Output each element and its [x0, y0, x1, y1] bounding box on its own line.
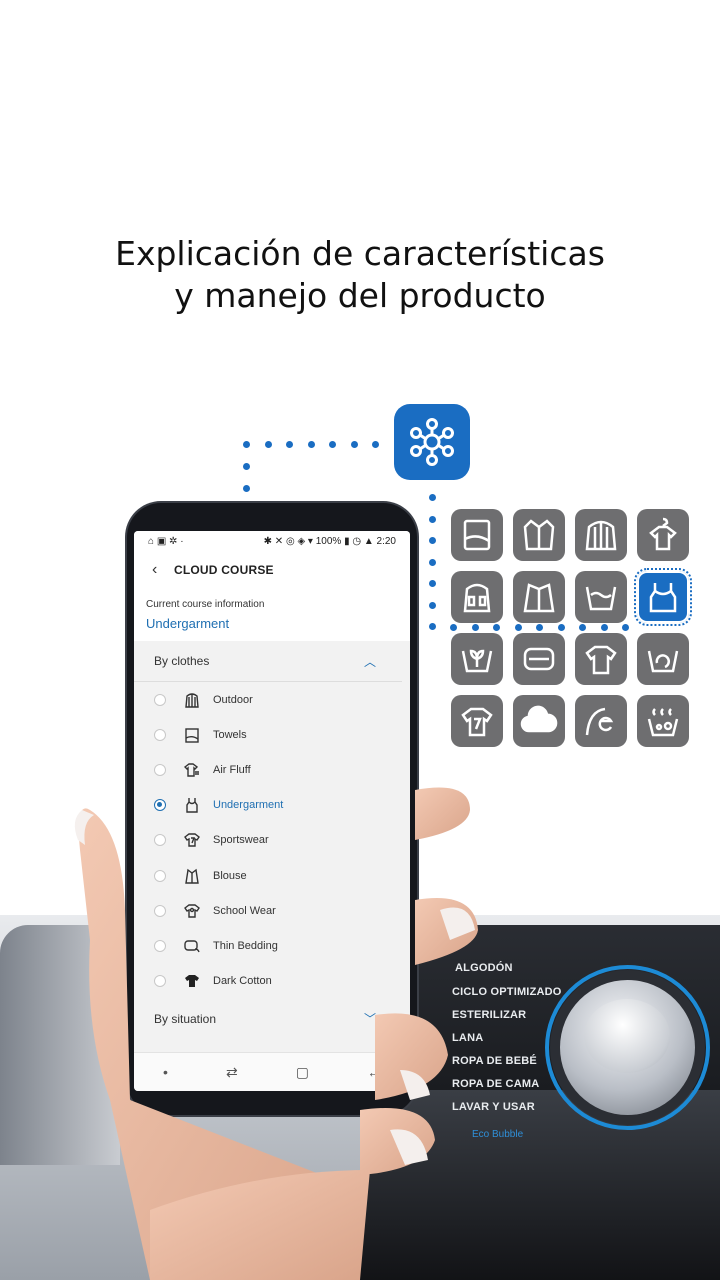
steam-wash-icon [637, 695, 689, 747]
connector-dot [557, 624, 565, 631]
course-option-label: Towels [213, 728, 247, 741]
current-course-info: Current course information Undergarment [134, 589, 410, 641]
connector-dot [372, 441, 379, 448]
course-option-label: Outdoor [213, 693, 253, 706]
app-title: CLOUD COURSE [174, 563, 274, 577]
bedding-icon [513, 633, 565, 685]
connector-dot [243, 441, 250, 448]
connector-dot [600, 624, 608, 631]
wash-basin-icon [575, 571, 627, 623]
back-arrow-icon[interactable]: ‹ [152, 561, 174, 579]
connector-dot [329, 441, 336, 448]
radio-button[interactable] [154, 693, 166, 706]
connector-dot [307, 441, 315, 448]
section-by-clothes[interactable]: By clothes ︿ [134, 641, 402, 682]
towel-icon [182, 725, 202, 745]
towel-icon [451, 509, 503, 561]
hand-image [74, 787, 478, 1280]
washer-dial-cap [584, 999, 670, 1073]
smartthings-hub-icon [394, 404, 470, 480]
current-course-label: Current course information [146, 599, 265, 610]
connector-dot [450, 624, 457, 631]
connector-dot [264, 441, 272, 448]
course-option[interactable]: Towels [134, 717, 410, 752]
headline-line-1: Explicación de características [115, 234, 605, 273]
radio-button[interactable] [154, 728, 166, 741]
outdoor-jacket-icon [451, 571, 503, 623]
connector-dot [514, 624, 522, 631]
connector-dot [429, 515, 436, 523]
connector-dot [243, 463, 250, 470]
headline: Explicación de características y manejo … [0, 233, 720, 317]
connector-dot [429, 558, 436, 566]
t-shirt-icon [575, 633, 627, 685]
course-option[interactable]: Outdoor [134, 682, 410, 717]
connector-dot [286, 441, 293, 448]
connector-dot [429, 494, 436, 501]
chevron-up-icon[interactable]: ︿ [364, 653, 376, 670]
connector-dot [493, 624, 500, 631]
status-left: ⌂ ▣ ✲ · [148, 535, 184, 547]
headline-line-2: y manejo del producto [174, 276, 546, 315]
hanger-shirt-icon [637, 509, 689, 561]
shirt-icon [513, 571, 565, 623]
jacket-icon [182, 690, 202, 710]
tank-top-icon [634, 568, 692, 626]
connector-dot [429, 623, 436, 630]
connector-dot [429, 601, 436, 609]
status-bar: ⌂ ▣ ✲ · ✱ ✕ ◎ ◈ ▾ 100% ▮ ◷ ▲ 2:20 [134, 531, 410, 551]
coat-icon [513, 509, 565, 561]
connector-dot [243, 485, 250, 492]
section-title: By clothes [154, 654, 210, 668]
rinse-icon [637, 633, 689, 685]
connector-dot [622, 624, 629, 631]
jacket-icon [575, 509, 627, 561]
app-bar: ‹ CLOUD COURSE [134, 551, 410, 589]
connector-dot [429, 537, 436, 544]
sportswear-icon [451, 695, 503, 747]
eco-wash-icon [451, 633, 503, 685]
status-right: ✱ ✕ ◎ ◈ ▾ 100% ▮ ◷ ▲ 2:20 [263, 535, 396, 547]
current-course-value: Undergarment [146, 616, 230, 631]
connector-dot [471, 624, 479, 631]
cloud-icon [513, 695, 565, 747]
eco-e-icon [575, 695, 627, 747]
connector-dot [429, 580, 436, 587]
connector-dot [579, 624, 586, 631]
connector-dot [350, 441, 358, 448]
connector-dot [536, 624, 543, 631]
